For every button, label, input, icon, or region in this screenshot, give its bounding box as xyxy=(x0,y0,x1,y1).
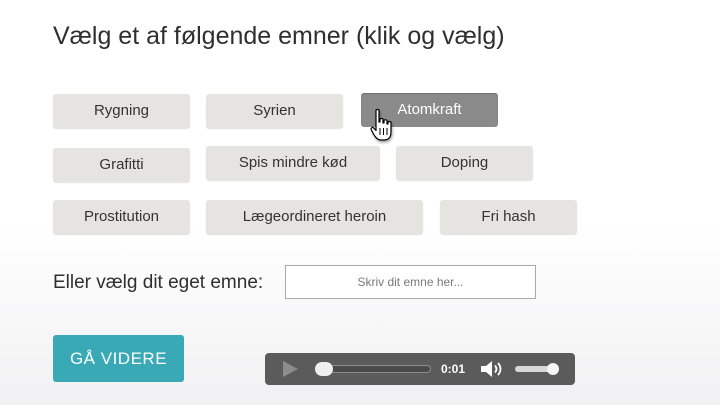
seek-handle[interactable] xyxy=(315,362,333,376)
topic-button-prostitution[interactable]: Prostitution xyxy=(53,200,190,234)
play-icon[interactable] xyxy=(283,361,298,377)
topic-button-rygning[interactable]: Rygning xyxy=(53,94,190,128)
own-topic-input[interactable] xyxy=(285,265,536,299)
topic-button-doping[interactable]: Doping xyxy=(396,146,533,180)
topic-button-spis-mindre-kod[interactable]: Spis mindre kød xyxy=(206,146,380,180)
topic-button-grafitti[interactable]: Grafitti xyxy=(53,148,190,182)
topic-button-syrien[interactable]: Syrien xyxy=(206,94,343,128)
time-display: 0:01 xyxy=(440,362,465,376)
next-button[interactable]: GÅ VIDERE xyxy=(53,335,184,382)
seek-track[interactable] xyxy=(317,365,431,373)
topic-button-atomkraft[interactable]: Atomkraft xyxy=(361,93,498,127)
topic-button-laegeordineret-heroin[interactable]: Lægeordineret heroin xyxy=(206,200,423,234)
volume-icon[interactable] xyxy=(479,360,505,378)
own-topic-label: Eller vælg dit eget emne: xyxy=(53,272,264,293)
page-title: Vælg et af følgende emner (klik og vælg) xyxy=(53,22,505,50)
topic-button-fri-hash[interactable]: Fri hash xyxy=(440,200,577,234)
volume-handle[interactable] xyxy=(547,363,559,375)
audio-player: 0:01 xyxy=(265,353,575,385)
